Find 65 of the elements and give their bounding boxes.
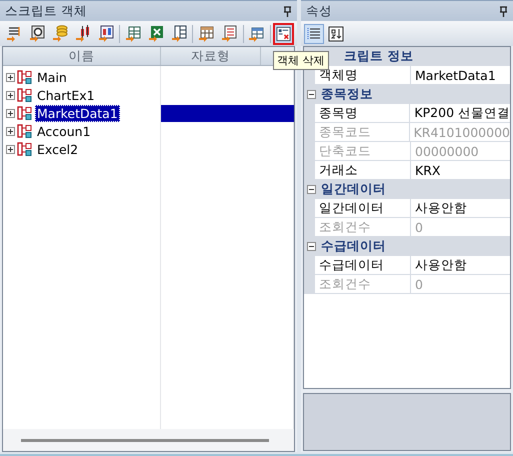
grid-icon (247, 24, 266, 42)
tree-item[interactable]: ChartEx1 (35, 86, 97, 104)
category-title: 일간데이터 (321, 181, 386, 198)
columns-icon (170, 24, 188, 42)
tree-item[interactable]: Excel2 (35, 140, 80, 158)
property-value: 0 (411, 275, 510, 294)
property-value: 00000000 (411, 142, 510, 161)
pin-icon[interactable] (499, 6, 508, 16)
coins-icon (50, 24, 68, 42)
scrollbar-thumb[interactable] (21, 438, 269, 442)
sort-icon (328, 26, 344, 42)
panel-title: 스크립트 객체 (5, 2, 87, 20)
excel-icon (146, 24, 165, 42)
tooltip: 객체 삭제 (273, 51, 328, 70)
category-title: 수급데이터 (321, 238, 386, 255)
tree-item[interactable]: MarketData1 (35, 104, 120, 122)
object-icon (17, 106, 33, 120)
expand-icon[interactable] (6, 72, 15, 82)
property-name: 종목명 (315, 104, 410, 123)
column-header[interactable]: 자료형 (161, 47, 261, 65)
property-value[interactable]: 사용안함 (411, 256, 510, 275)
candles-icon (74, 24, 92, 42)
object-icon (17, 88, 33, 102)
table-icon (124, 24, 142, 42)
category-title: 종목정보 (321, 86, 373, 103)
delete-icon (275, 24, 292, 42)
property-value[interactable]: KP200 선물연결 (410, 104, 510, 123)
property-name: 수급데이터 (315, 256, 411, 275)
expand-icon[interactable] (6, 126, 15, 136)
search-icon (28, 24, 46, 42)
expand-icon[interactable] (6, 108, 15, 118)
property-name: 거래소 (315, 161, 411, 180)
calendar-icon (197, 24, 215, 42)
property-value[interactable]: 사용안함 (411, 199, 510, 218)
object-icon (17, 142, 33, 156)
tree-item[interactable]: Main (35, 68, 69, 86)
object-icon (17, 124, 33, 138)
property-name: 조회건수 (315, 218, 411, 237)
property-value: KR4101000000 (410, 123, 510, 142)
property-value: 0 (411, 218, 510, 237)
lines-icon (4, 24, 22, 42)
property-name: 일간데이터 (315, 199, 411, 218)
collapse-icon[interactable] (307, 90, 316, 99)
toolbar-button[interactable] (273, 22, 294, 44)
collapse-icon[interactable] (307, 185, 316, 194)
collapse-icon[interactable] (307, 242, 316, 251)
categorized-button[interactable] (304, 24, 324, 44)
pin-icon[interactable] (283, 6, 292, 16)
category-title: 크립트 정보 (344, 48, 414, 65)
panel-title: 속성 (306, 2, 332, 20)
list-icon (306, 26, 322, 42)
property-name: 객체명 (315, 66, 411, 85)
object-icon (17, 70, 33, 84)
property-name: 단축코드 (315, 142, 411, 161)
tree-item[interactable]: Accoun1 (35, 122, 93, 140)
list-icon (220, 24, 238, 42)
property-name: 조회건수 (315, 275, 411, 294)
sort-button[interactable] (326, 24, 346, 44)
chart-icon (96, 24, 114, 42)
property-name: 종목코드 (315, 123, 410, 142)
property-value[interactable]: MarketData1 (411, 66, 510, 85)
column-header[interactable]: 이름 (3, 47, 161, 65)
property-value[interactable]: KRX (411, 161, 510, 180)
expand-icon[interactable] (6, 90, 15, 100)
expand-icon[interactable] (6, 144, 15, 154)
